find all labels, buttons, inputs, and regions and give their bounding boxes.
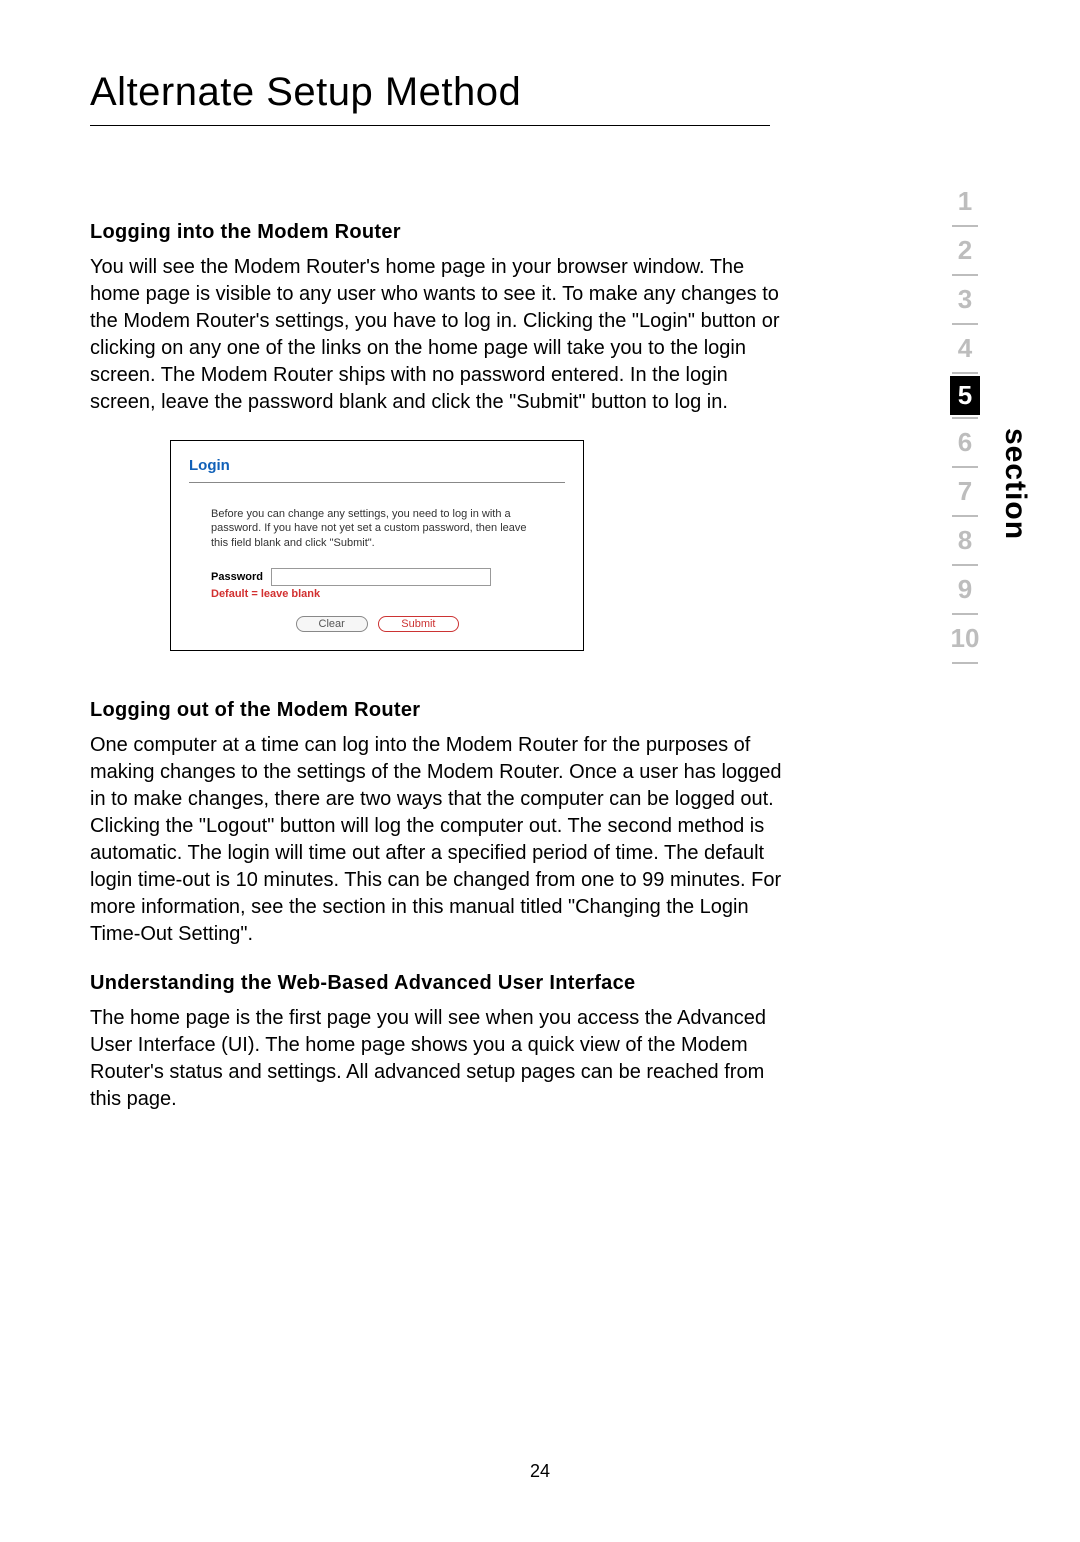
para-logging-in: You will see the Modem Router's home pag… <box>90 254 790 416</box>
nav-sep <box>952 515 978 517</box>
nav-sep <box>952 225 978 227</box>
nav-sep <box>952 613 978 615</box>
section-nav: 1 2 3 4 5 6 7 8 9 10 <box>942 180 988 666</box>
section-nav-3[interactable]: 3 <box>942 278 988 321</box>
nav-sep <box>952 466 978 468</box>
heading-logging-out: Logging out of the Modem Router <box>90 699 790 722</box>
title-rule <box>90 125 770 126</box>
login-rule <box>189 482 565 483</box>
para-understanding-ui: The home page is the first page you will… <box>90 1005 790 1113</box>
section-nav-7[interactable]: 7 <box>942 470 988 513</box>
section-nav-1[interactable]: 1 <box>942 180 988 223</box>
content-column: Logging into the Modem Router You will s… <box>90 221 790 1113</box>
nav-sep <box>952 564 978 566</box>
password-input[interactable] <box>271 568 491 586</box>
login-instructions: Before you can change any settings, you … <box>211 507 543 550</box>
nav-sep <box>952 662 978 664</box>
nav-sep <box>952 323 978 325</box>
password-label: Password <box>211 571 263 583</box>
section-nav-8[interactable]: 8 <box>942 519 988 562</box>
section-nav-9[interactable]: 9 <box>942 568 988 611</box>
login-screenshot: Login Before you can change any settings… <box>170 440 584 651</box>
section-nav-10[interactable]: 10 <box>942 617 988 660</box>
heading-understanding-ui: Understanding the Web-Based Advanced Use… <box>90 972 790 995</box>
section-nav-5-active[interactable]: 5 <box>950 376 980 415</box>
page-number: 24 <box>0 1461 1080 1482</box>
section-label: section <box>998 428 1032 540</box>
section-nav-4[interactable]: 4 <box>942 327 988 370</box>
nav-sep <box>952 274 978 276</box>
para-logging-out: One computer at a time can log into the … <box>90 732 790 948</box>
clear-button[interactable]: Clear <box>296 616 368 632</box>
login-panel-title: Login <box>189 457 565 474</box>
heading-logging-in: Logging into the Modem Router <box>90 221 790 244</box>
section-nav-2[interactable]: 2 <box>942 229 988 272</box>
section-nav-6[interactable]: 6 <box>942 421 988 464</box>
page-title: Alternate Setup Method <box>90 70 990 115</box>
submit-button[interactable]: Submit <box>378 616 458 632</box>
nav-sep <box>952 372 978 374</box>
password-hint: Default = leave blank <box>211 588 543 600</box>
nav-sep <box>952 417 978 419</box>
